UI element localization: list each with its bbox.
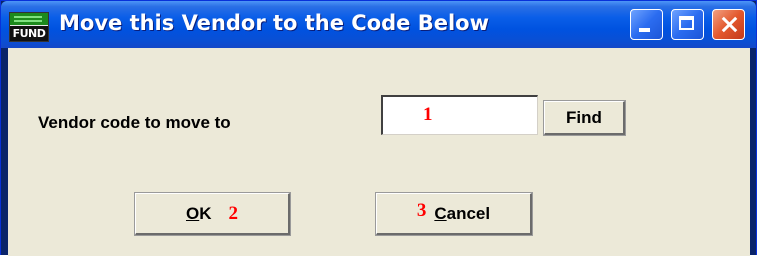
minimize-icon[interactable] bbox=[630, 9, 663, 40]
window-title: Move this Vendor to the Code Below bbox=[59, 11, 490, 35]
cancel-button-label: Cancel bbox=[434, 203, 491, 223]
app-fund-icon: FUND bbox=[9, 12, 49, 42]
find-button-label: Find bbox=[566, 107, 602, 127]
annotation-marker-2: 2 bbox=[228, 202, 239, 224]
ok-button[interactable]: OK 2 bbox=[134, 192, 291, 236]
cancel-button[interactable]: 3 Cancel bbox=[375, 192, 533, 236]
vendor-code-input[interactable]: 1 bbox=[381, 95, 538, 135]
title-bar[interactable]: FUND Move this Vendor to the Code Below bbox=[1, 1, 756, 48]
annotation-marker-3: 3 bbox=[416, 199, 427, 221]
maximize-icon[interactable] bbox=[671, 9, 704, 40]
close-icon[interactable] bbox=[712, 9, 745, 40]
ok-button-label: OK bbox=[185, 203, 212, 223]
find-button[interactable]: Find bbox=[543, 100, 626, 136]
app-icon-label: FUND bbox=[10, 26, 48, 41]
vendor-code-label: Vendor code to move to bbox=[38, 113, 231, 132]
annotation-marker-1: 1 bbox=[423, 104, 433, 125]
dialog-body: Vendor code to move to 1 Find OK 2 3 Can… bbox=[8, 48, 750, 256]
dialog-window: FUND Move this Vendor to the Code Below … bbox=[0, 0, 757, 256]
